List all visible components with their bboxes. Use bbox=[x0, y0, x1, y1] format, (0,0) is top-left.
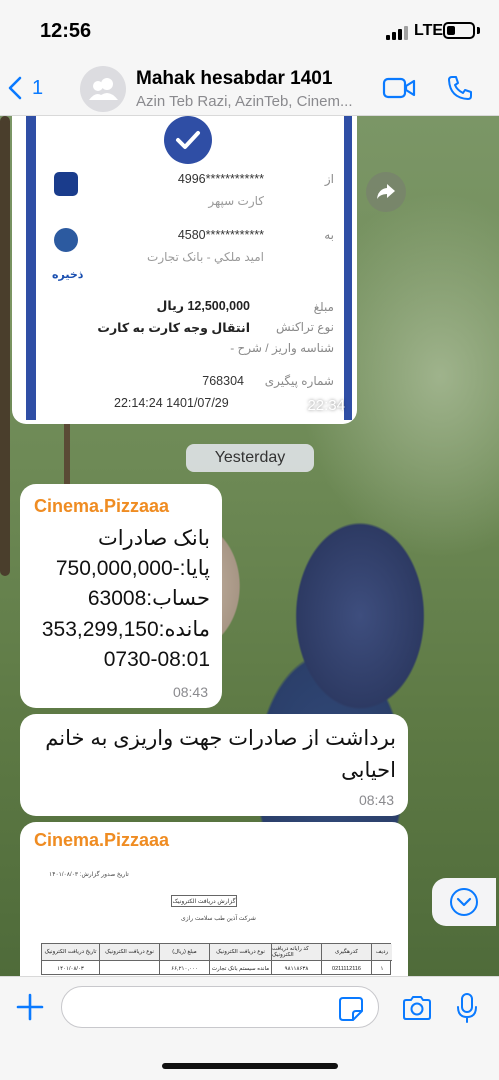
doc-company: شرکت آذین طب سلامت رازی bbox=[181, 916, 256, 922]
doc-date: تاریخ صدور گزارش: ۱۴۰۱/۰۸/۰۳ bbox=[49, 872, 129, 878]
chat-title[interactable]: Mahak hesabdar 1401 bbox=[136, 68, 332, 90]
doc-table-cell: ۹۸۱۱۸۶۳۸ bbox=[272, 960, 322, 975]
signal-strength-icon bbox=[386, 24, 408, 40]
doc-table-header: ردیف bbox=[372, 944, 392, 960]
document-image-preview[interactable]: تاریخ صدور گزارش: ۱۴۰۱/۰۸/۰۳ گزارش دریاف… bbox=[31, 855, 399, 975]
unread-count: 1 bbox=[32, 76, 44, 99]
message-line: بانک صادرات bbox=[97, 527, 210, 550]
camera-button[interactable] bbox=[401, 994, 433, 1027]
doc-table-cell: ۱۴۰۱/۰۸/۰۳ bbox=[42, 960, 100, 975]
network-type: LTE bbox=[414, 22, 444, 39]
doc-table-header: نوع دریافت الکترونیک bbox=[100, 944, 160, 960]
receipt-amount: 12,500,000 ریال bbox=[156, 299, 250, 313]
phone-icon bbox=[448, 76, 472, 100]
doc-table-header: نوع دریافت الکترونیک bbox=[210, 944, 272, 960]
microphone-icon bbox=[457, 993, 477, 1023]
forward-button[interactable] bbox=[366, 172, 406, 212]
message-bubble[interactable]: Cinema.Pizzaaa بانک صادرات پایا:-750,000… bbox=[20, 484, 222, 708]
message-timestamp: 22:34 bbox=[307, 397, 345, 414]
battery-icon bbox=[443, 22, 475, 39]
message-input[interactable] bbox=[61, 986, 379, 1028]
sepah-bank-logo-icon bbox=[54, 172, 78, 196]
receipt-tracking-number: 768304 bbox=[202, 374, 244, 388]
doc-table-header: تاریخ دریافت الکترونیک bbox=[42, 944, 100, 960]
doc-table-cell: ۶۶,۲۱۰,۰۰۰ bbox=[160, 960, 210, 975]
share-arrow-icon bbox=[377, 184, 395, 199]
tejarat-bank-logo-icon bbox=[54, 228, 78, 252]
message-timestamp: 08:43 bbox=[172, 684, 208, 700]
receipt-to-card: ************4580 bbox=[177, 228, 264, 242]
doc-table-header: کد رایانه دریافت الکترونیک bbox=[272, 944, 322, 960]
message-input-bar bbox=[0, 976, 499, 1080]
message-line: احیابی bbox=[341, 759, 396, 782]
chevron-left-icon bbox=[8, 76, 22, 100]
group-avatar-icon bbox=[89, 78, 118, 100]
message-sender[interactable]: Cinema.Pizzaaa bbox=[34, 830, 169, 851]
message-bubble[interactable]: برداشت از صادرات جهت واریزی به خانم احیا… bbox=[20, 714, 408, 816]
date-divider: Yesterday bbox=[186, 444, 314, 472]
doc-table-header: کدرهگیری bbox=[322, 944, 372, 960]
camera-icon bbox=[403, 996, 431, 1020]
receipt-to-bank-tag: ذخیره bbox=[52, 269, 84, 281]
doc-table: تاریخ دریافت الکترونیک نوع دریافت الکترو… bbox=[41, 943, 392, 975]
receipt-image-message[interactable]: ************4996 از کارت سپهر **********… bbox=[12, 116, 357, 424]
chat-header: 1 Mahak hesabdar 1401 Azin Teb Razi, Azi… bbox=[0, 62, 499, 116]
doc-table-cell bbox=[100, 960, 160, 975]
receipt-to-label: به bbox=[324, 228, 334, 242]
doc-table-header: مبلغ (ریال) bbox=[160, 944, 210, 960]
receipt-txn-type-label: نوع تراکنش bbox=[276, 320, 334, 334]
message-line: حساب:63008 bbox=[87, 587, 210, 610]
message-line: برداشت از صادرات جهت واریزی به خانم bbox=[45, 727, 396, 750]
chat-members-subtitle[interactable]: Azin Teb Razi, AzinTeb, Cinem... bbox=[136, 93, 368, 110]
voice-call-button[interactable] bbox=[446, 74, 474, 107]
plus-icon bbox=[16, 993, 44, 1021]
doc-table-cell: 0211112116 bbox=[322, 960, 372, 975]
status-bar: 12:56 LTE bbox=[0, 0, 499, 62]
receipt-to-name: امید ملکي - بانک تجارت bbox=[147, 250, 264, 264]
attach-button[interactable] bbox=[14, 991, 46, 1023]
message-line: مانده:353,299,150 bbox=[41, 618, 210, 641]
doc-title: گزارش دریافت الکترونیک bbox=[171, 895, 237, 907]
doc-table-cell: مانده سیستم بانک تجارت bbox=[210, 960, 272, 975]
sticker-button[interactable] bbox=[338, 996, 364, 1027]
avatar[interactable] bbox=[80, 66, 126, 112]
success-check-icon bbox=[164, 116, 212, 164]
message-line: پایا:-750,000,000 bbox=[55, 557, 210, 580]
video-camera-icon bbox=[382, 77, 416, 99]
home-indicator[interactable] bbox=[162, 1063, 338, 1069]
status-time: 12:56 bbox=[40, 20, 92, 42]
doc-table-cell: ۱ bbox=[372, 960, 392, 975]
sticker-icon bbox=[339, 997, 363, 1021]
message-sender[interactable]: Cinema.Pizzaaa bbox=[34, 496, 169, 517]
receipt-from-card-name: کارت سپهر bbox=[208, 194, 264, 208]
battery-tip bbox=[477, 27, 480, 34]
receipt-from-card: ************4996 bbox=[177, 172, 264, 186]
message-timestamp: 08:43 bbox=[358, 792, 394, 808]
receipt-amount-label: مبلغ bbox=[313, 300, 334, 314]
receipt-datetime: 22:14:24 1401/07/29 bbox=[114, 396, 229, 410]
receipt-from-label: از bbox=[324, 172, 334, 186]
back-button[interactable]: 1 bbox=[8, 70, 43, 106]
scroll-to-bottom-button[interactable] bbox=[432, 878, 496, 926]
voice-message-button[interactable] bbox=[456, 992, 478, 1029]
receipt-content: ************4996 از کارت سپهر **********… bbox=[36, 116, 344, 420]
video-call-button[interactable] bbox=[382, 76, 416, 105]
chevron-down-circle-icon bbox=[450, 888, 478, 916]
message-line: 0730-08:01 bbox=[103, 648, 210, 671]
receipt-txn-type: انتقال وجه کارت به کارت bbox=[97, 321, 250, 335]
receipt-deposit-id-label: شناسه واریز / شرح - bbox=[230, 341, 334, 355]
receipt-tracking-label: شماره پیگیری bbox=[264, 374, 334, 388]
